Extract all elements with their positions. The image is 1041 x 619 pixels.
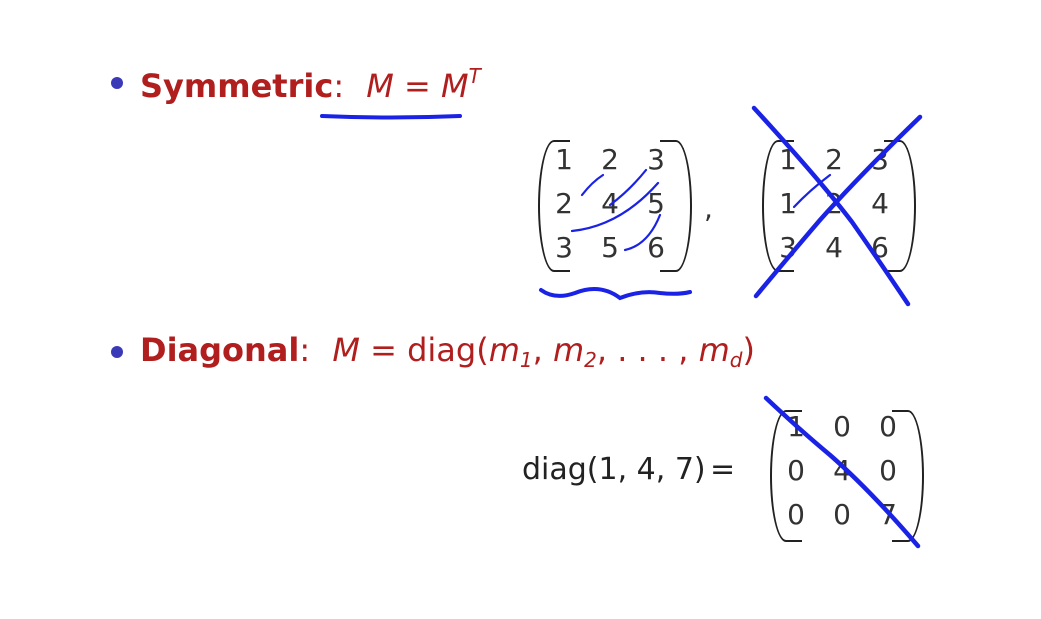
diag-def-md-sub: d xyxy=(729,348,743,372)
symmetric-label: Symmetric xyxy=(140,67,334,105)
matrix-cell: 2 xyxy=(825,142,843,176)
diag-def-m2: m xyxy=(552,331,585,369)
paren-right-diag-example xyxy=(892,410,924,542)
matrix-cell: 5 xyxy=(601,230,619,264)
paren-right-counterexample xyxy=(884,140,916,272)
diag-def-m1-sub: 1 xyxy=(519,348,533,372)
diag-def-m2-sub: 2 xyxy=(584,348,597,372)
diag-def-sep1: , xyxy=(532,331,553,369)
slide: Symmetric: M = MT 1 2 3 2 4 5 3 5 6 , 1 … xyxy=(0,0,1041,619)
matrix-cell: 0 xyxy=(833,497,851,531)
matrix-counterexample: 1 2 3 1 2 4 3 4 6 xyxy=(765,137,903,269)
bullet-diagonal xyxy=(111,346,123,358)
matrix-cell: 4 xyxy=(601,186,619,220)
matrix-diagonal-example: 1 0 0 0 4 0 0 0 7 xyxy=(773,404,911,536)
diagonal-heading: Diagonal: M = diag(m1, m2, . . . , md) xyxy=(140,334,755,370)
def-lhs: M xyxy=(366,67,394,105)
underline-symmetric-definition xyxy=(320,114,462,120)
paren-right-sym-example xyxy=(660,140,692,272)
def-rhs-sup: T xyxy=(468,64,481,88)
matrix-cell: 2 xyxy=(825,186,843,220)
diag-def-lhs: M xyxy=(332,331,360,369)
diag-def-sep2: , . . . , xyxy=(596,331,699,369)
squiggle-under-example xyxy=(539,287,692,301)
symmetric-definition: M = MT xyxy=(366,64,481,105)
matrix-cell: 0 xyxy=(787,453,805,487)
diag-def-m1: m xyxy=(488,331,520,369)
matrix-separator-comma: , xyxy=(704,192,713,225)
matrix-cell: 3 xyxy=(779,230,797,264)
matrix-cell: 2 xyxy=(555,186,573,220)
diag-def-func: diag( xyxy=(407,331,489,369)
matrix-cell: 3 xyxy=(555,230,573,264)
def-eq: = xyxy=(404,67,431,105)
bullet-symmetric xyxy=(111,77,123,89)
diag-example-lhs: diag(1, 4, 7) xyxy=(522,452,706,487)
symmetric-colon: : xyxy=(333,67,345,105)
matrix-cell: 0 xyxy=(833,409,851,443)
matrix-cell: 4 xyxy=(833,453,851,487)
matrix-cell: 2 xyxy=(601,142,619,176)
diag-example-expression: diag(1, 4, 7) xyxy=(522,452,706,487)
matrix-cell: 4 xyxy=(825,230,843,264)
diag-example-eq: = xyxy=(710,452,736,487)
matrix-cell: 1 xyxy=(555,142,573,176)
matrix-cell: 1 xyxy=(779,186,797,220)
diag-def-close: ) xyxy=(742,331,755,369)
diagonal-definition: M = diag(m1, m2, . . . , md) xyxy=(332,331,755,372)
diag-def-eq: = xyxy=(370,331,397,369)
matrix-cell: 1 xyxy=(787,409,805,443)
diagonal-colon: : xyxy=(299,331,311,369)
symmetric-heading: Symmetric: M = MT xyxy=(140,66,481,102)
matrix-cell: 0 xyxy=(787,497,805,531)
def-rhs: M xyxy=(441,67,469,105)
matrix-cell: 1 xyxy=(779,142,797,176)
diagonal-label: Diagonal xyxy=(140,331,300,369)
matrix-symmetric-example: 1 2 3 2 4 5 3 5 6 xyxy=(541,137,679,269)
diag-def-md: m xyxy=(698,331,730,369)
